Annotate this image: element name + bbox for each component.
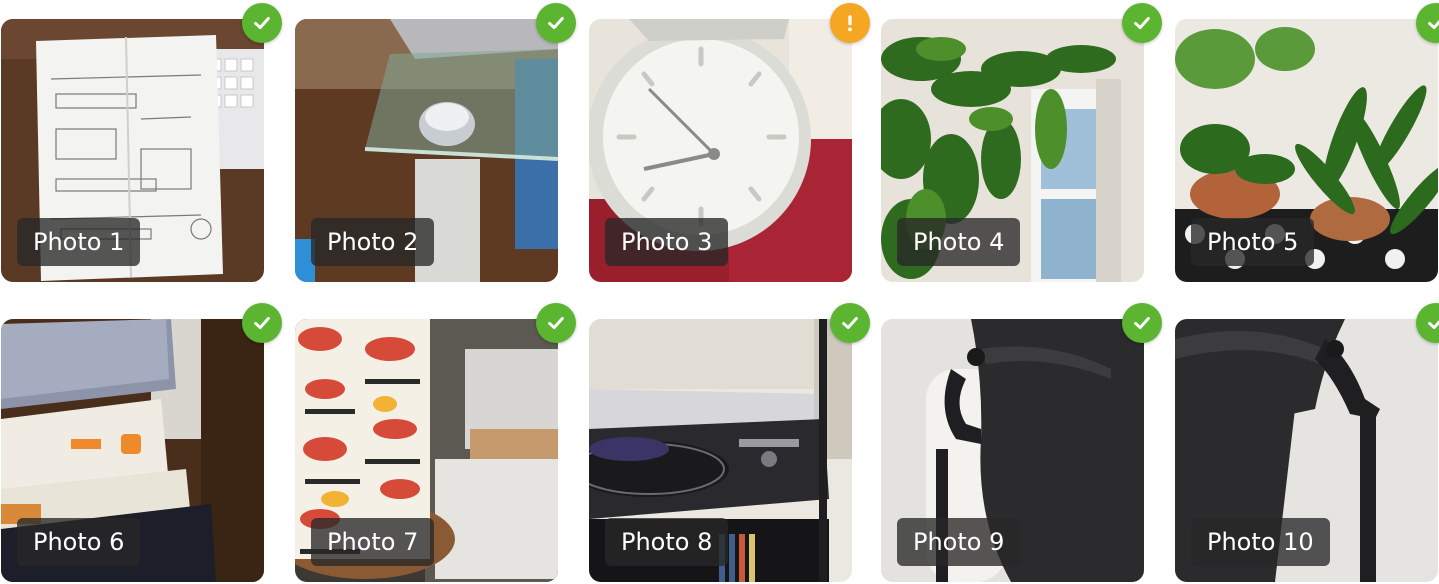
photo-label: Photo 3 bbox=[605, 218, 729, 266]
photo-label: Photo 10 bbox=[1191, 518, 1330, 566]
status-badge-ok bbox=[242, 3, 282, 43]
photo-label: Photo 6 bbox=[17, 518, 141, 566]
check-icon bbox=[548, 316, 564, 330]
check-icon bbox=[842, 316, 858, 330]
photo-tile-10[interactable]: Photo 10 bbox=[1175, 303, 1439, 582]
photo-label: Photo 8 bbox=[605, 518, 729, 566]
check-icon bbox=[254, 316, 270, 330]
status-badge-warning bbox=[830, 3, 870, 43]
status-badge-ok bbox=[1122, 303, 1162, 343]
photo-tile-6[interactable]: Photo 6 bbox=[1, 303, 282, 582]
check-icon bbox=[1134, 316, 1150, 330]
check-icon bbox=[254, 16, 270, 30]
exclamation-icon bbox=[848, 15, 852, 32]
check-icon bbox=[1428, 20, 1439, 30]
photo-label: Photo 5 bbox=[1191, 218, 1315, 266]
photo-gallery: Photo 1 Photo 2 Photo 3 Photo 4 Photo 5 … bbox=[0, 0, 1439, 584]
check-icon bbox=[1134, 16, 1150, 30]
photo-label: Photo 1 bbox=[17, 218, 141, 266]
photo-label: Photo 9 bbox=[897, 518, 1021, 566]
status-badge-ok bbox=[536, 3, 576, 43]
photo-label: Photo 4 bbox=[897, 218, 1021, 266]
photo-tile-7[interactable]: Photo 7 bbox=[295, 303, 576, 582]
photo-tile-8[interactable]: Photo 8 bbox=[589, 303, 870, 582]
check-icon bbox=[548, 16, 564, 30]
photo-tile-1[interactable]: Photo 1 bbox=[1, 3, 282, 282]
photo-tile-2[interactable]: Photo 2 bbox=[295, 3, 576, 282]
check-icon bbox=[1428, 320, 1439, 330]
status-badge-ok bbox=[830, 303, 870, 343]
photo-label: Photo 7 bbox=[311, 518, 435, 566]
photo-label: Photo 2 bbox=[311, 218, 435, 266]
photo-tile-4[interactable]: Photo 4 bbox=[881, 3, 1162, 282]
photo-tile-9[interactable]: Photo 9 bbox=[881, 303, 1162, 582]
photo-tile-3[interactable]: Photo 3 bbox=[589, 3, 870, 282]
status-badge-ok bbox=[1122, 3, 1162, 43]
status-badge-ok bbox=[242, 303, 282, 343]
photo-tile-5[interactable]: Photo 5 bbox=[1175, 3, 1439, 282]
status-badge-ok bbox=[536, 303, 576, 343]
